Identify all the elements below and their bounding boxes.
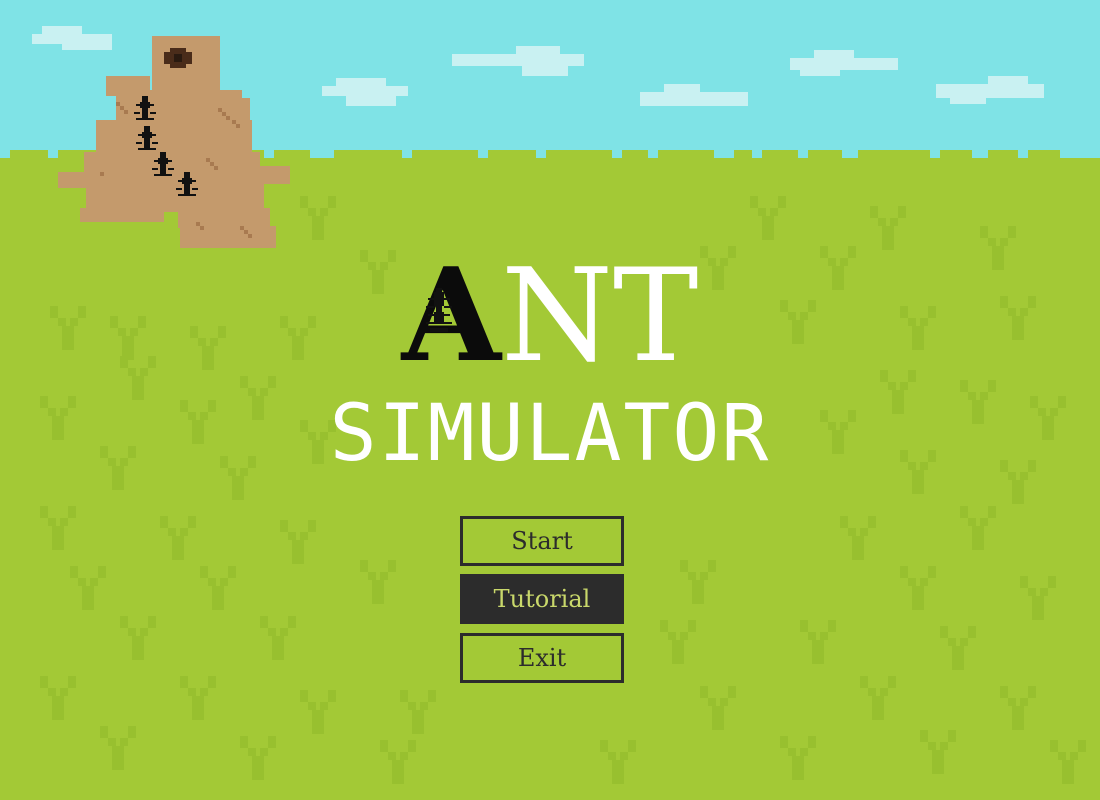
grass-sprout-icon bbox=[960, 506, 996, 550]
ant-icon bbox=[152, 152, 174, 176]
start-button[interactable]: Start bbox=[460, 516, 624, 566]
grass-sprout-icon bbox=[800, 620, 836, 664]
anthill-icon bbox=[58, 36, 290, 248]
grass-sprout-icon bbox=[160, 516, 196, 560]
grass-sprout-icon bbox=[180, 676, 216, 720]
grass-sprout-icon bbox=[870, 206, 906, 250]
ant-icon bbox=[176, 172, 198, 196]
grass-sprout-icon bbox=[120, 616, 156, 660]
grass-sprout-icon bbox=[380, 740, 416, 784]
cloud-icon bbox=[322, 78, 408, 108]
grass-sprout-icon bbox=[40, 676, 76, 720]
grass-sprout-icon bbox=[70, 566, 106, 610]
grass-sprout-icon bbox=[920, 730, 956, 774]
grass-sprout-icon bbox=[400, 690, 436, 734]
grass-sprout-icon bbox=[780, 736, 816, 780]
grass-sprout-icon bbox=[300, 690, 336, 734]
grass-sprout-icon bbox=[860, 676, 896, 720]
game-scene: ANT SIMULATOR Start Tutorial Exit bbox=[0, 0, 1100, 800]
title-ant: ANT bbox=[402, 242, 699, 391]
grass-sprout-icon bbox=[360, 560, 396, 604]
grass-sprout-icon bbox=[680, 560, 716, 604]
grass-sprout-icon bbox=[1000, 686, 1036, 730]
grass-sprout-icon bbox=[100, 726, 136, 770]
grass-sprout-icon bbox=[240, 736, 276, 780]
ant-icon bbox=[134, 96, 156, 120]
game-title: ANT SIMULATOR bbox=[0, 242, 1100, 476]
cloud-icon bbox=[936, 76, 1044, 106]
grass-sprout-icon bbox=[1020, 576, 1056, 620]
grass-sprout-icon bbox=[300, 196, 336, 240]
grass-sprout-icon bbox=[940, 626, 976, 670]
ant-icon bbox=[425, 288, 452, 332]
title-subtitle: SIMULATOR bbox=[329, 389, 771, 479]
cloud-icon bbox=[452, 46, 584, 78]
grass-sprout-icon bbox=[260, 616, 296, 660]
grass-sprout-icon bbox=[700, 686, 736, 730]
grass-sprout-icon bbox=[1050, 740, 1086, 784]
grass-sprout-icon bbox=[900, 566, 936, 610]
title-rest: NT bbox=[500, 242, 699, 391]
ant-icon bbox=[136, 126, 158, 150]
grass-sprout-icon bbox=[200, 566, 236, 610]
grass-sprout-icon bbox=[750, 196, 786, 240]
grass-sprout-icon bbox=[600, 740, 636, 784]
tutorial-button[interactable]: Tutorial bbox=[460, 574, 624, 624]
grass-sprout-icon bbox=[660, 620, 696, 664]
exit-button[interactable]: Exit bbox=[460, 633, 624, 683]
cloud-icon bbox=[640, 84, 748, 108]
grass-sprout-icon bbox=[840, 516, 876, 560]
cloud-icon bbox=[790, 50, 898, 78]
grass-sprout-icon bbox=[280, 520, 316, 564]
grass-sprout-icon bbox=[40, 506, 76, 550]
